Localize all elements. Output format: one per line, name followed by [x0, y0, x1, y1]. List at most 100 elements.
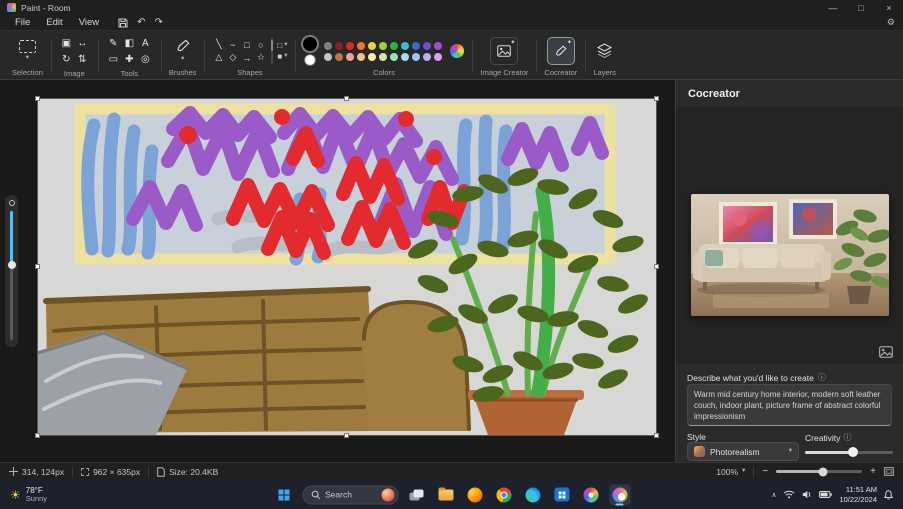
resize-handle-ne[interactable]	[654, 96, 659, 101]
shape-icon[interactable]: →	[240, 52, 253, 64]
shape-fill-dropdown[interactable]: ■ ▾	[277, 52, 287, 61]
color-swatch[interactable]	[434, 53, 442, 61]
shape-icon[interactable]: ○	[254, 39, 267, 51]
layers-button[interactable]	[596, 43, 613, 59]
color-swatch[interactable]	[335, 53, 343, 61]
edit-colors-button[interactable]	[450, 44, 464, 58]
shape-icon[interactable]: ◇	[226, 52, 239, 64]
undo-icon[interactable]: ↶	[137, 18, 145, 28]
color-swatch[interactable]	[335, 42, 343, 50]
resize-handle-e[interactable]	[654, 264, 659, 269]
resize-handle-nw[interactable]	[35, 96, 40, 101]
tool-icon[interactable]: ✚	[122, 52, 137, 67]
taskbar-icon-file-explorer[interactable]	[435, 484, 456, 505]
color-swatch[interactable]	[412, 42, 420, 50]
tool-icon[interactable]: ✎	[106, 36, 121, 51]
save-icon[interactable]	[118, 18, 128, 28]
color-swatch[interactable]	[390, 53, 398, 61]
selection-tool-button[interactable]: ▾	[19, 40, 36, 62]
image-tool-icon[interactable]: ▣	[59, 36, 74, 51]
color-swatch[interactable]	[357, 53, 365, 61]
start-button[interactable]	[273, 484, 294, 505]
canvas-zoom-slider[interactable]	[5, 195, 18, 347]
clock[interactable]: 11:51 AM 10/22/2024	[839, 485, 877, 504]
shape-icon[interactable]: △	[212, 52, 225, 64]
resize-handle-se[interactable]	[654, 433, 659, 438]
taskbar-search[interactable]: Search	[302, 485, 398, 504]
image-creator-button[interactable]: ✦	[490, 37, 518, 65]
image-tool-icon[interactable]: ↔	[75, 36, 90, 51]
color-swatch[interactable]	[357, 42, 365, 50]
menu-item[interactable]: View	[72, 16, 106, 29]
prompt-input[interactable]: Warm mid century home interior, modern s…	[687, 384, 892, 426]
resize-handle-s[interactable]	[344, 433, 349, 438]
color-swatch[interactable]	[434, 42, 442, 50]
color-swatch[interactable]	[368, 53, 376, 61]
secondary-color-swatch[interactable]	[304, 54, 316, 66]
color-swatch[interactable]	[368, 42, 376, 50]
color-swatch[interactable]	[346, 53, 354, 61]
tool-icon[interactable]: ◧	[122, 36, 137, 51]
info-icon[interactable]: ⓘ	[843, 432, 851, 443]
shapes-scrollbar[interactable]	[271, 38, 273, 64]
shape-icon[interactable]: ╲	[212, 39, 225, 51]
primary-color-swatch[interactable]	[303, 37, 317, 51]
weather-widget[interactable]: ☀ 78°F Sunny	[10, 486, 47, 504]
color-swatch[interactable]	[401, 53, 409, 61]
slider-handle[interactable]	[819, 467, 828, 476]
taskbar-icon-firefox[interactable]	[464, 484, 485, 505]
tray-chevron-up-icon[interactable]: ∧	[771, 491, 776, 499]
creativity-slider[interactable]	[805, 446, 893, 458]
generated-image[interactable]	[691, 194, 889, 316]
zoom-level-dropdown[interactable]: 100% ▾	[716, 467, 745, 477]
slider-handle[interactable]	[8, 261, 16, 269]
notification-bell-icon[interactable]	[884, 490, 893, 500]
color-swatch[interactable]	[401, 42, 409, 50]
style-dropdown[interactable]: Photorealism ▾	[687, 442, 799, 461]
volume-icon[interactable]	[802, 490, 812, 499]
taskbar-icon-task-view[interactable]	[406, 484, 427, 505]
taskbar-icon-store[interactable]	[551, 484, 572, 505]
color-swatch[interactable]	[379, 53, 387, 61]
zoom-in-button[interactable]: +	[870, 466, 876, 477]
paint-canvas[interactable]	[38, 99, 656, 435]
battery-icon[interactable]	[819, 491, 832, 498]
resize-handle-w[interactable]	[35, 264, 40, 269]
close-button[interactable]: ×	[875, 0, 903, 15]
tool-icon[interactable]: A	[138, 36, 153, 51]
image-tool-icon[interactable]: ⇅	[75, 52, 90, 67]
settings-gear-icon[interactable]: ⚙	[887, 17, 895, 28]
image-action-icon[interactable]	[879, 346, 893, 358]
maximize-button[interactable]: □	[847, 0, 875, 15]
taskbar-icon-chrome[interactable]	[493, 484, 514, 505]
shape-outline-dropdown[interactable]: □ ▾	[277, 41, 287, 50]
color-swatch[interactable]	[412, 53, 420, 61]
color-swatch[interactable]	[379, 42, 387, 50]
shape-icon[interactable]: □	[240, 39, 253, 51]
shape-icon[interactable]: ☆	[254, 52, 267, 64]
fit-to-window-icon[interactable]	[884, 467, 894, 476]
color-swatch[interactable]	[324, 42, 332, 50]
color-swatch[interactable]	[346, 42, 354, 50]
taskbar-icon-photos[interactable]	[580, 484, 601, 505]
zoom-out-button[interactable]: −	[762, 466, 768, 477]
menu-item[interactable]: Edit	[39, 16, 69, 29]
resize-handle-n[interactable]	[344, 96, 349, 101]
color-swatch[interactable]	[390, 42, 398, 50]
color-swatch[interactable]	[423, 42, 431, 50]
brushes-button[interactable]: ▾	[175, 39, 190, 63]
taskbar-icon-edge[interactable]	[522, 484, 543, 505]
minimize-button[interactable]: —	[819, 0, 847, 15]
resize-handle-sw[interactable]	[35, 433, 40, 438]
redo-icon[interactable]: ↷	[155, 18, 163, 28]
slider-track[interactable]	[10, 211, 13, 340]
cocreator-button[interactable]: ✦	[547, 37, 575, 65]
slider-handle[interactable]	[848, 447, 858, 457]
tool-icon[interactable]: ◎	[138, 52, 153, 67]
color-swatch[interactable]	[423, 53, 431, 61]
shape-icon[interactable]: ~	[226, 39, 239, 51]
image-tool-icon[interactable]: ↻	[59, 52, 74, 67]
tool-icon[interactable]: ▭	[106, 52, 121, 67]
zoom-slider[interactable]	[776, 470, 862, 473]
wifi-icon[interactable]	[783, 490, 795, 499]
